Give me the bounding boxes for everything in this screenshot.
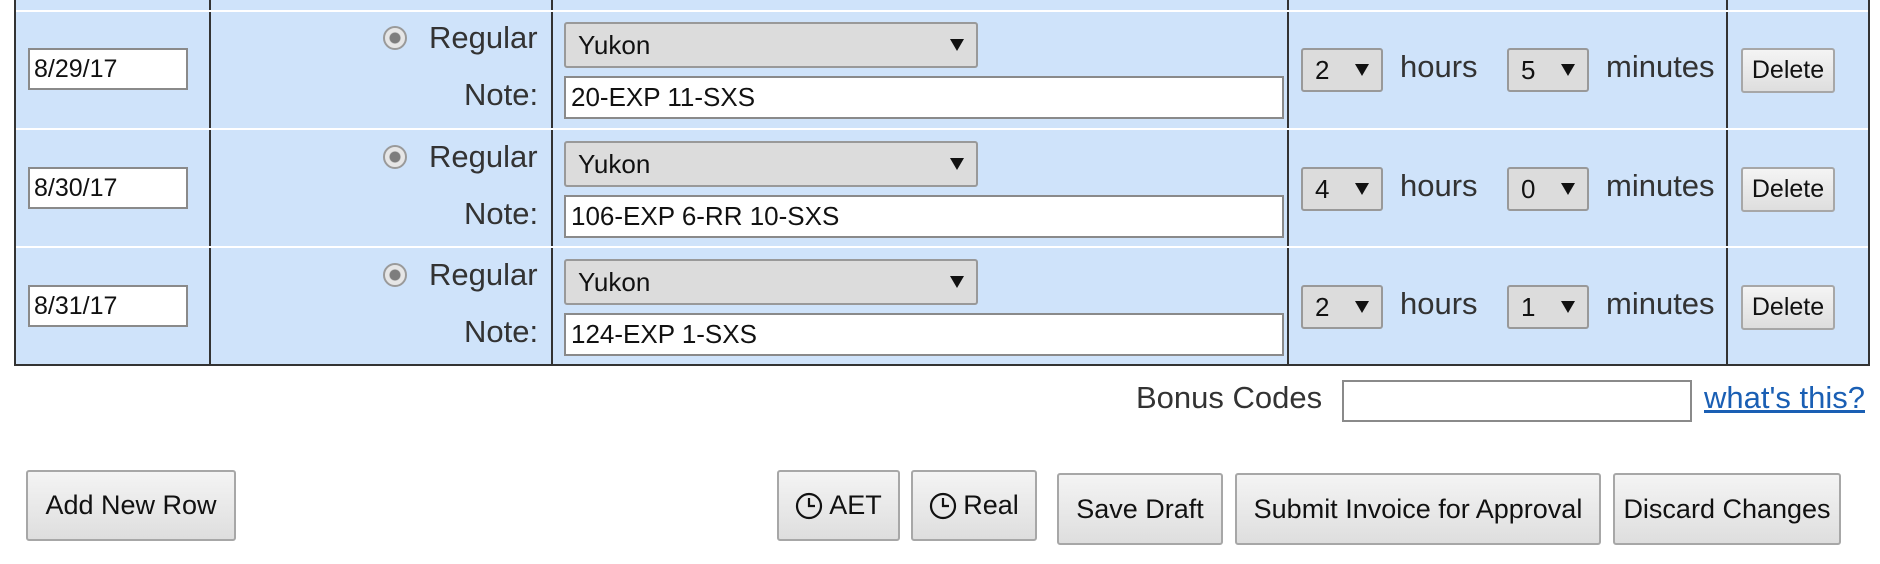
invoice-form: Regular Note: Yukon 20-EXP 11-SXS 2 hour… bbox=[0, 0, 1880, 564]
hours-select[interactable]: 4 bbox=[1301, 167, 1383, 211]
note-field-value: 124-EXP 1-SXS bbox=[571, 319, 757, 349]
note-field-value: 20-EXP 11-SXS bbox=[571, 82, 756, 112]
real-button-label: Real bbox=[963, 490, 1019, 520]
hours-label: hours bbox=[1400, 286, 1478, 321]
note-field[interactable]: 106-EXP 6-RR 10-SXS bbox=[564, 195, 1284, 238]
whats-this-link[interactable]: what's this? bbox=[1704, 380, 1865, 416]
chevron-down-icon bbox=[1355, 301, 1369, 313]
date-field[interactable] bbox=[28, 48, 188, 90]
table-row: Regular Note: Yukon 20-EXP 11-SXS 2 hour… bbox=[16, 10, 1868, 128]
aet-button-label: AET bbox=[829, 490, 882, 520]
chevron-down-icon bbox=[1561, 183, 1575, 195]
delete-button[interactable]: Delete bbox=[1741, 285, 1835, 330]
chevron-down-icon bbox=[950, 158, 964, 170]
table-row: Regular Note: Yukon 106-EXP 6-RR 10-SXS … bbox=[16, 128, 1868, 246]
hours-label: hours bbox=[1400, 49, 1478, 84]
project-select[interactable]: Yukon bbox=[564, 22, 978, 68]
hours-select[interactable]: 2 bbox=[1301, 285, 1383, 329]
regular-radio[interactable] bbox=[383, 263, 407, 287]
clock-icon bbox=[796, 492, 823, 519]
bonus-codes-input[interactable] bbox=[1342, 380, 1692, 422]
note-field-value: 106-EXP 6-RR 10-SXS bbox=[571, 201, 840, 231]
save-draft-button[interactable]: Save Draft bbox=[1057, 473, 1223, 545]
date-field[interactable] bbox=[28, 167, 188, 209]
project-select-value: Yukon bbox=[578, 29, 651, 60]
project-select[interactable]: Yukon bbox=[564, 141, 978, 187]
discard-changes-button[interactable]: Discard Changes bbox=[1613, 473, 1841, 545]
minutes-label: minutes bbox=[1606, 49, 1715, 84]
note-field[interactable]: 124-EXP 1-SXS bbox=[564, 313, 1284, 356]
minutes-select[interactable]: 0 bbox=[1507, 167, 1589, 211]
regular-label: Regular bbox=[429, 20, 538, 55]
hours-label: hours bbox=[1400, 168, 1478, 203]
minutes-select-value: 1 bbox=[1521, 291, 1536, 322]
hours-select-value: 2 bbox=[1315, 291, 1330, 322]
project-select-value: Yukon bbox=[578, 266, 651, 297]
regular-radio[interactable] bbox=[383, 26, 407, 50]
minutes-select[interactable]: 5 bbox=[1507, 48, 1589, 92]
submit-invoice-button[interactable]: Submit Invoice for Approval bbox=[1235, 473, 1601, 545]
aet-button[interactable]: AET bbox=[777, 470, 900, 541]
note-field[interactable]: 20-EXP 11-SXS bbox=[564, 76, 1284, 119]
time-entry-table: Regular Note: Yukon 20-EXP 11-SXS 2 hour… bbox=[14, 0, 1870, 366]
minutes-select-value: 0 bbox=[1521, 173, 1536, 204]
date-field[interactable] bbox=[28, 285, 188, 327]
hours-select[interactable]: 2 bbox=[1301, 48, 1383, 92]
clock-icon bbox=[930, 492, 957, 519]
chevron-down-icon bbox=[950, 39, 964, 51]
add-new-row-button[interactable]: Add New Row bbox=[26, 470, 236, 541]
chevron-down-icon bbox=[1561, 301, 1575, 313]
chevron-down-icon bbox=[1355, 64, 1369, 76]
project-select[interactable]: Yukon bbox=[564, 259, 978, 305]
note-label: Note: bbox=[464, 196, 539, 231]
real-button[interactable]: Real bbox=[911, 470, 1037, 541]
hours-select-value: 2 bbox=[1315, 54, 1330, 85]
chevron-down-icon bbox=[1561, 64, 1575, 76]
bonus-codes-label: Bonus Codes bbox=[1136, 380, 1323, 415]
project-select-value: Yukon bbox=[578, 148, 651, 179]
minutes-select-value: 5 bbox=[1521, 54, 1536, 85]
regular-label: Regular bbox=[429, 139, 538, 174]
hours-select-value: 4 bbox=[1315, 173, 1330, 204]
chevron-down-icon bbox=[950, 276, 964, 288]
note-label: Note: bbox=[464, 314, 539, 349]
table-row: Regular Note: Yukon 124-EXP 1-SXS 2 hour… bbox=[16, 246, 1868, 364]
delete-button[interactable]: Delete bbox=[1741, 167, 1835, 212]
minutes-label: minutes bbox=[1606, 168, 1715, 203]
minutes-label: minutes bbox=[1606, 286, 1715, 321]
minutes-select[interactable]: 1 bbox=[1507, 285, 1589, 329]
delete-button[interactable]: Delete bbox=[1741, 48, 1835, 93]
note-label: Note: bbox=[464, 77, 539, 112]
regular-radio[interactable] bbox=[383, 145, 407, 169]
regular-label: Regular bbox=[429, 257, 538, 292]
chevron-down-icon bbox=[1355, 183, 1369, 195]
